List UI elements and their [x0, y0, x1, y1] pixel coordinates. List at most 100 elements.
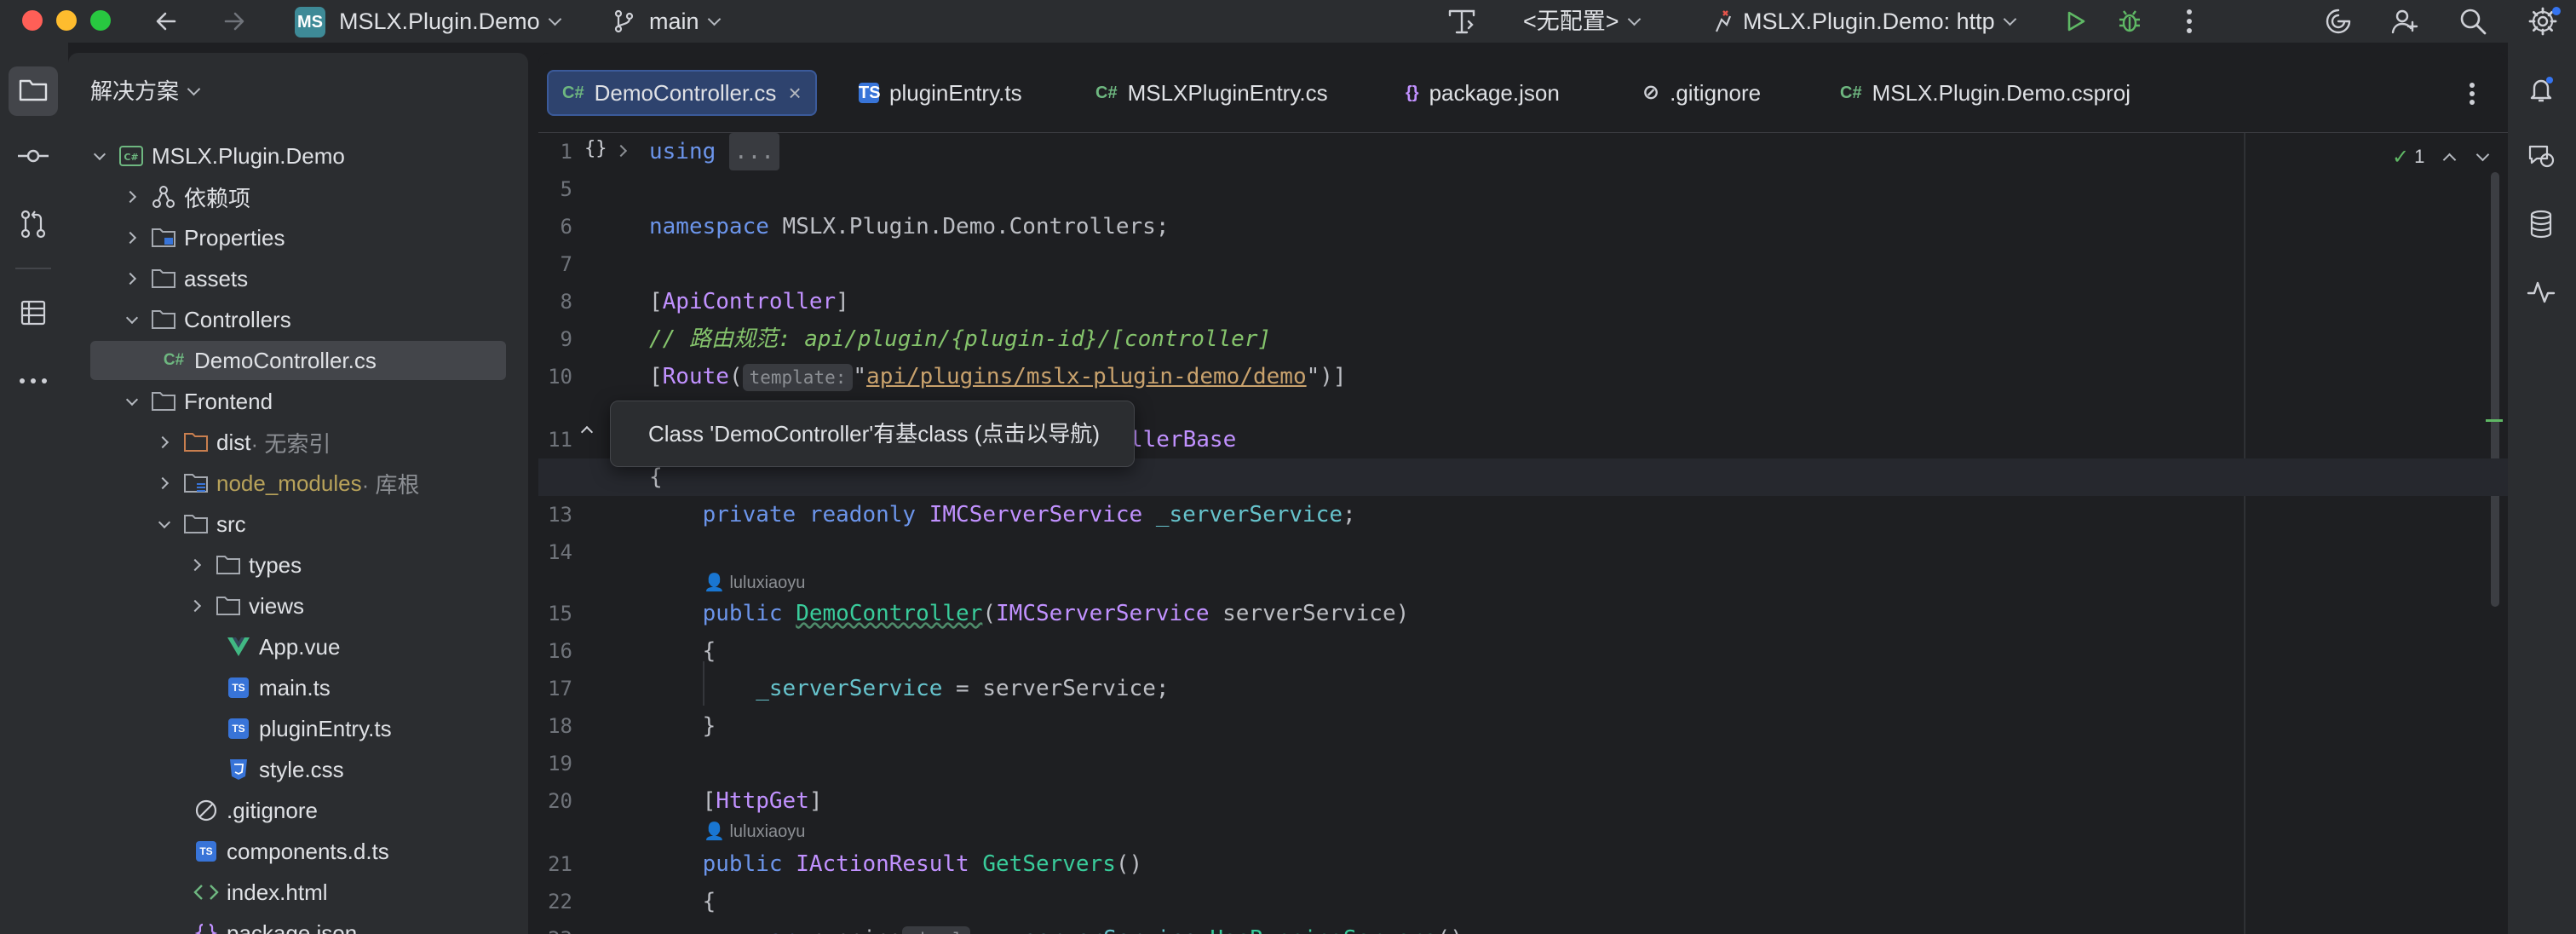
- project-view-selector[interactable]: 解决方案: [90, 77, 201, 106]
- tree-item-index-html[interactable]: index.html: [68, 873, 528, 912]
- chevron-right-icon[interactable]: [121, 186, 143, 208]
- project-tool-button[interactable]: [9, 66, 58, 116]
- debug-icon[interactable]: [2111, 5, 2148, 37]
- tab-csproj[interactable]: C# MSLX.Plugin.Demo.csproj: [1840, 70, 2130, 116]
- tree-item-dist[interactable]: dist · 无索引: [68, 423, 528, 462]
- back-arrow-icon[interactable]: [147, 5, 186, 37]
- tree-item-demo-controller[interactable]: C# DemoController.cs: [68, 341, 528, 380]
- tab-label: MSLXPluginEntry.cs: [1127, 80, 1328, 106]
- database-button[interactable]: [2516, 201, 2566, 251]
- ignored-file-icon: ⊘: [1642, 81, 1660, 104]
- code-author-hint[interactable]: 👤 luluxiaoyu: [704, 820, 805, 844]
- implemented-up-icon[interactable]: [580, 425, 594, 439]
- user-icon: 👤: [704, 574, 725, 592]
- folded-imports[interactable]: ...: [728, 133, 779, 170]
- tree-item-node-modules[interactable]: node_modules · 库根: [68, 464, 528, 503]
- settings-gear-icon[interactable]: [2523, 5, 2562, 37]
- run-icon[interactable]: [2056, 5, 2094, 37]
- chevron-up-icon[interactable]: [2443, 153, 2457, 166]
- tree-item-src[interactable]: src: [68, 504, 528, 544]
- chevron-right-icon[interactable]: [121, 268, 143, 290]
- chevron-down-icon[interactable]: [153, 513, 175, 535]
- attribute: HttpGet: [716, 788, 809, 814]
- config-switcher[interactable]: <无配置>: [1523, 7, 1641, 36]
- project-switcher[interactable]: MSLX.Plugin.Demo: [339, 7, 561, 36]
- chevron-right-icon[interactable]: [153, 472, 175, 494]
- tree-item-main-ts[interactable]: TS main.ts: [68, 668, 528, 707]
- line-number: 13: [548, 503, 572, 527]
- line-number: 17: [548, 677, 572, 700]
- tab-more-icon[interactable]: [2469, 82, 2475, 110]
- vertical-scrollbar[interactable]: [2491, 172, 2499, 607]
- line-number: 1: [560, 140, 572, 164]
- search-icon[interactable]: [2453, 5, 2493, 37]
- chevron-right-icon[interactable]: [186, 554, 208, 576]
- tab-pluginentry-ts[interactable]: TS pluginEntry.ts: [859, 70, 1022, 116]
- tab-gitignore[interactable]: ⊘ .gitignore: [1642, 70, 1761, 116]
- code-author-hint[interactable]: 👤 luluxiaoyu: [704, 571, 805, 595]
- notifications-button[interactable]: [2516, 66, 2566, 116]
- chevron-right-icon[interactable]: [153, 431, 175, 453]
- tree-item-controllers[interactable]: Controllers: [68, 300, 528, 339]
- tree-item-plugin-entry-ts[interactable]: TS pluginEntry.ts: [68, 709, 528, 748]
- variable-name: running: [796, 926, 903, 934]
- folded-region-icon[interactable]: {}: [584, 138, 607, 159]
- author-name: luluxiaoyu: [729, 822, 806, 841]
- chevron-down-icon[interactable]: [121, 308, 143, 331]
- tree-item-label: Frontend: [184, 388, 273, 414]
- code-view[interactable]: using ... namespace MSLX.Plugin.Demo.Con…: [538, 133, 2508, 934]
- tree-item-style-css[interactable]: style.css: [68, 750, 528, 789]
- close-tab-icon[interactable]: ×: [788, 70, 801, 116]
- chevron-right-icon[interactable]: [186, 595, 208, 617]
- database-icon: [2528, 210, 2554, 243]
- tree-item-types[interactable]: types: [68, 545, 528, 585]
- ai-assistant-icon[interactable]: [2319, 5, 2358, 37]
- code-line-13: private readonly IMCServerService _serve…: [649, 496, 1356, 533]
- branch-switcher[interactable]: main: [649, 7, 721, 36]
- tree-item-gitignore[interactable]: .gitignore: [68, 791, 528, 830]
- chevron-down-icon[interactable]: [2476, 147, 2490, 161]
- line-number: 23: [538, 920, 572, 934]
- tab-democontroller-cs[interactable]: C# DemoController.cs ×: [547, 70, 817, 116]
- chevron-down-icon[interactable]: [89, 145, 111, 167]
- structure-tool-button[interactable]: [9, 290, 58, 339]
- pull-requests-tool-button[interactable]: [9, 201, 58, 251]
- tree-item-project-root[interactable]: C# MSLX.Plugin.Demo: [68, 136, 528, 176]
- tree-item-package-json[interactable]: package.json: [68, 914, 528, 934]
- tree-item-properties[interactable]: Properties: [68, 218, 528, 257]
- line-number: 5: [560, 177, 572, 201]
- run-config-switcher[interactable]: MSLX.Plugin.Demo: http: [1743, 7, 2016, 36]
- tree-item-views[interactable]: views: [68, 586, 528, 626]
- user-icon: 👤: [704, 822, 725, 841]
- folder-icon: [18, 76, 49, 107]
- chevron-right-icon[interactable]: [121, 227, 143, 249]
- properties-folder-icon: [150, 224, 177, 251]
- tab-mslxpluginentry-cs[interactable]: C# MSLXPluginEntry.cs: [1095, 70, 1328, 116]
- tab-package-json[interactable]: {} package.json: [1406, 70, 1560, 116]
- ai-chat-button[interactable]: [2516, 133, 2566, 182]
- update-dot-icon: [2552, 7, 2561, 15]
- base-class-tooltip[interactable]: Class 'DemoController'有基class (点击以导航): [610, 401, 1135, 467]
- tree-item-dependencies[interactable]: 依赖项: [68, 177, 528, 216]
- close-window-button[interactable]: [22, 10, 43, 31]
- tree-item-components-dts[interactable]: TS components.d.ts: [68, 832, 528, 871]
- forward-arrow-icon[interactable]: [215, 5, 254, 37]
- minimize-window-button[interactable]: [56, 10, 77, 31]
- more-tools-button[interactable]: [9, 356, 58, 406]
- more-actions-icon[interactable]: [2174, 5, 2205, 37]
- csharp-file-icon: C#: [562, 84, 584, 102]
- commit-icon: [16, 147, 50, 169]
- expand-fold-icon[interactable]: [614, 144, 628, 158]
- profiler-button[interactable]: [2516, 269, 2566, 319]
- chevron-down-icon[interactable]: [121, 390, 143, 412]
- tree-item-app-vue[interactable]: App.vue: [68, 627, 528, 666]
- line-number: 6: [560, 215, 572, 239]
- commit-tool-button[interactable]: [9, 133, 58, 182]
- tree-item-frontend[interactable]: Frontend: [68, 382, 528, 421]
- tree-item-assets[interactable]: assets: [68, 259, 528, 298]
- editor-gutter: 1 5 6 7 8 9 10 11 12 13 14 15 16 17 18 1…: [538, 133, 641, 934]
- add-user-icon[interactable]: [2385, 5, 2424, 37]
- paren: (: [728, 364, 743, 389]
- text-tool-icon[interactable]: [1443, 5, 1481, 37]
- maximize-window-button[interactable]: [90, 10, 111, 31]
